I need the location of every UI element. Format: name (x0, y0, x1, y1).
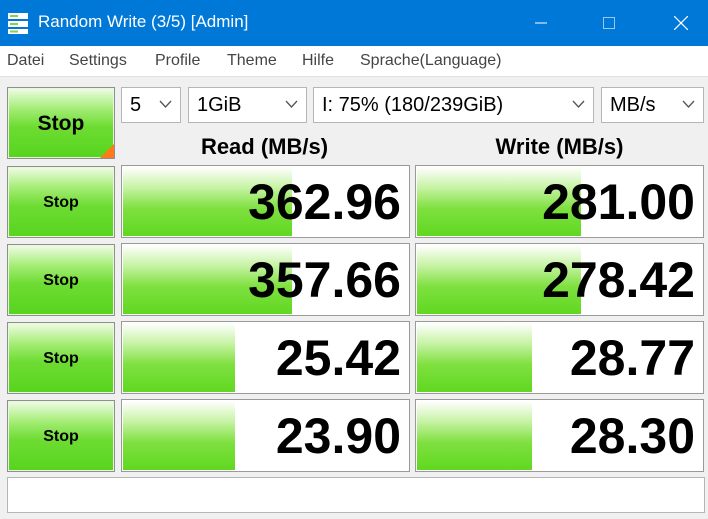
menu-theme[interactable]: Theme (227, 52, 277, 70)
menu-profile[interactable]: Profile (155, 52, 200, 70)
drive-value: I: 75% (180/239GiB) (322, 94, 504, 116)
row-stop-label: Stop (43, 272, 79, 289)
menu-language[interactable]: Sprache(Language) (360, 52, 501, 70)
unit-value: MB/s (610, 94, 656, 116)
unit-select[interactable]: MB/s (601, 87, 704, 123)
read-result: 357.66 (121, 243, 410, 316)
write-progress-bar (417, 401, 532, 470)
row-stop-button[interactable]: Stop (7, 166, 115, 238)
read-value: 362.96 (248, 174, 401, 230)
write-value: 278.42 (542, 252, 695, 308)
minimize-icon (535, 22, 547, 24)
main-stop-button[interactable]: Stop (7, 87, 115, 159)
read-value: 25.42 (275, 330, 401, 386)
window-title: Random Write (3/5) [Admin] (38, 12, 249, 31)
read-result: 362.96 (121, 165, 410, 238)
count-value: 5 (130, 94, 142, 116)
count-select[interactable]: 5 (121, 87, 181, 123)
write-result: 278.42 (415, 243, 704, 316)
write-result: 28.30 (415, 399, 704, 472)
read-progress-bar (123, 401, 235, 470)
title-bar: Random Write (3/5) [Admin] (0, 0, 708, 46)
write-value: 28.77 (569, 330, 695, 386)
menu-bar: Datei Settings Profile Theme Hilfe Sprac… (0, 46, 708, 77)
row-stop-label: Stop (43, 194, 79, 211)
read-result: 25.42 (121, 321, 410, 394)
main-stop-label: Stop (37, 112, 85, 135)
read-progress-bar (123, 323, 235, 392)
write-value: 28.30 (569, 408, 695, 464)
chevron-down-icon (285, 100, 298, 108)
size-value: 1GiB (197, 94, 242, 116)
maximize-button[interactable] (580, 0, 638, 46)
write-progress-bar (417, 323, 532, 392)
write-result: 281.00 (415, 165, 704, 238)
menu-settings[interactable]: Settings (69, 52, 127, 70)
chevron-down-icon (682, 100, 695, 108)
read-header: Read (MB/s) (200, 134, 329, 159)
menu-hilfe[interactable]: Hilfe (302, 52, 334, 70)
row-stop-button[interactable]: Stop (7, 322, 115, 394)
read-result: 23.90 (121, 399, 410, 472)
row-stop-button[interactable]: Stop (7, 400, 115, 472)
chevron-down-icon (159, 100, 172, 108)
row-stop-button[interactable]: Stop (7, 244, 115, 316)
write-value: 281.00 (542, 174, 695, 230)
read-value: 23.90 (275, 408, 401, 464)
close-button[interactable] (652, 0, 708, 46)
corner-marker (100, 144, 114, 158)
drive-select[interactable]: I: 75% (180/239GiB) (313, 87, 594, 123)
row-stop-label: Stop (43, 350, 79, 367)
disk-icon (8, 13, 28, 34)
read-value: 357.66 (248, 252, 401, 308)
minimize-button[interactable] (512, 0, 570, 46)
maximize-icon (603, 17, 615, 29)
comment-field[interactable] (7, 477, 705, 513)
size-select[interactable]: 1GiB (188, 87, 307, 123)
menu-datei[interactable]: Datei (7, 52, 44, 70)
row-stop-label: Stop (43, 428, 79, 445)
write-result: 28.77 (415, 321, 704, 394)
close-icon (674, 16, 688, 30)
write-header: Write (MB/s) (495, 134, 624, 159)
chevron-down-icon (572, 100, 585, 108)
